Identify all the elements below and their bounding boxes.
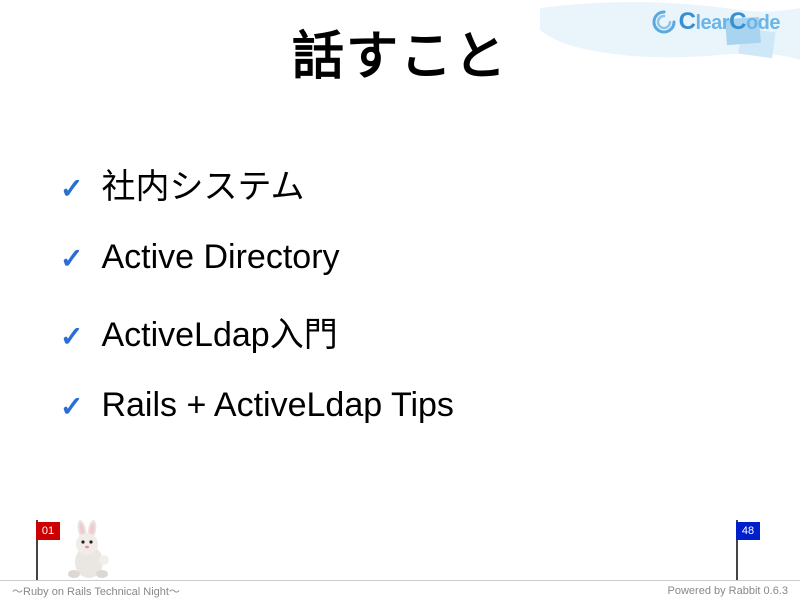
progress-area: 01 48	[0, 510, 800, 580]
bullet-item: ✓ ActiveLdap入門	[60, 307, 800, 356]
bullet-text: 社内システム	[101, 159, 304, 208]
current-page-number: 01	[36, 522, 60, 540]
bullet-text: Rails + ActiveLdap Tips	[101, 386, 453, 425]
check-icon: ✓	[60, 172, 83, 205]
bullet-item: ✓ Rails + ActiveLdap Tips	[60, 386, 800, 425]
current-page-flag: 01	[36, 520, 62, 580]
check-icon: ✓	[60, 390, 83, 423]
rabbit-icon	[64, 520, 114, 580]
footer-left: 〜Ruby on Rails Technical Night〜	[12, 583, 180, 599]
check-icon: ✓	[60, 242, 83, 275]
total-pages-flag: 48	[736, 520, 762, 580]
bullet-text: Active Directory	[101, 238, 339, 277]
bullet-list: ✓ 社内システム ✓ Active Directory ✓ ActiveLdap…	[60, 159, 800, 425]
logo-text: ClearCode	[679, 8, 780, 36]
bullet-item: ✓ 社内システム	[60, 159, 800, 208]
check-icon: ✓	[60, 320, 83, 353]
footer-right: Powered by Rabbit 0.6.3	[668, 585, 788, 597]
slide: ClearCode 話すこと ✓ 社内システム ✓ Active Directo…	[0, 0, 800, 600]
total-pages-number: 48	[736, 522, 760, 540]
bullet-text: ActiveLdap入門	[101, 307, 337, 356]
bullet-item: ✓ Active Directory	[60, 238, 800, 277]
logo: ClearCode	[651, 8, 780, 36]
logo-swirl-icon	[651, 9, 677, 35]
footer: 〜Ruby on Rails Technical Night〜 Powered …	[0, 580, 800, 600]
